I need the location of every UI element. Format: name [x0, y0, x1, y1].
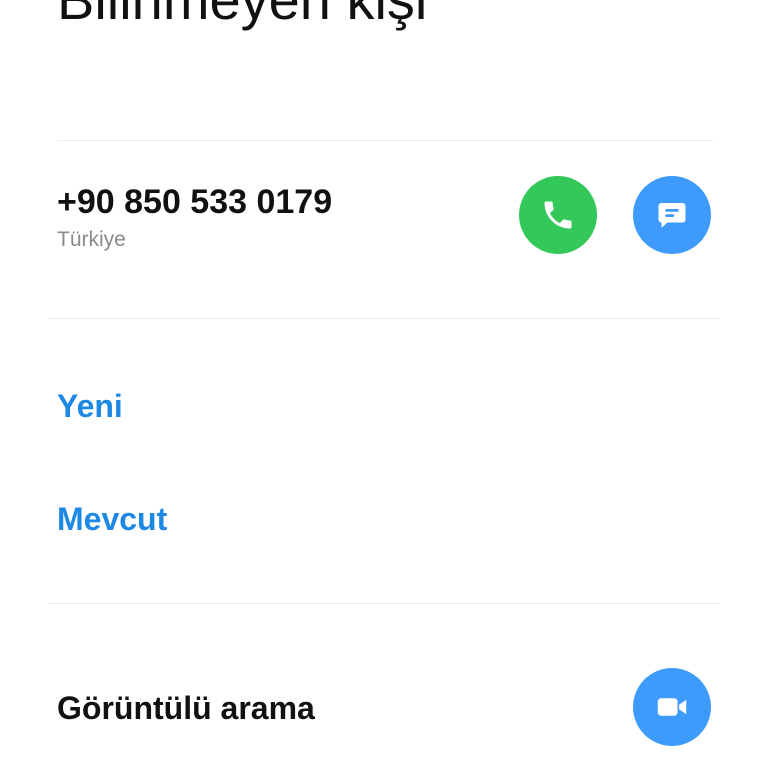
message-icon	[654, 197, 690, 233]
divider	[48, 318, 720, 319]
existing-contact-option[interactable]: Mevcut	[57, 501, 167, 537]
phone-number[interactable]: +90 850 533 0179	[57, 183, 332, 221]
video-camera-icon	[653, 688, 691, 726]
video-call-label: Görüntülü arama	[57, 690, 315, 726]
new-contact-option[interactable]: Yeni	[57, 388, 123, 424]
video-call-button[interactable]	[633, 668, 711, 746]
contact-details-screen: Bilinmeyen kişi +90 850 533 0179 Türkiye…	[0, 0, 768, 768]
call-button[interactable]	[519, 176, 597, 254]
page-title: Bilinmeyen kişi	[57, 0, 427, 28]
divider	[57, 140, 713, 141]
message-button[interactable]	[633, 176, 711, 254]
phone-icon	[540, 197, 576, 233]
phone-country: Türkiye	[57, 228, 126, 251]
divider	[48, 603, 720, 604]
